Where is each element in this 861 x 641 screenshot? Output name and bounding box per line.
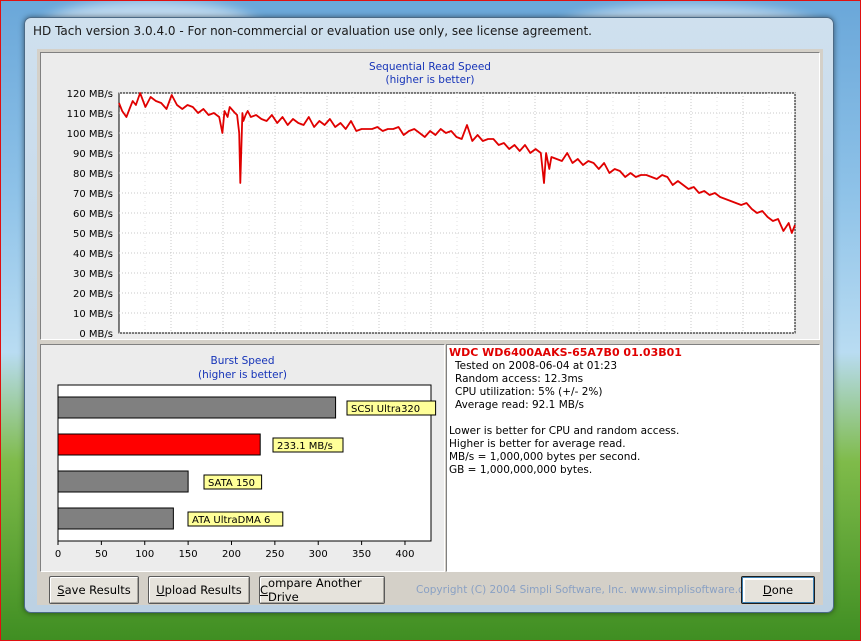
y-tick-label: 50 MB/s — [73, 229, 113, 240]
y-tick-label: 80 MB/s — [73, 169, 113, 180]
burst-bar — [57, 396, 337, 419]
note-lower-better: Lower is better for CPU and random acces… — [449, 425, 680, 437]
note-higher-better: Higher is better for average read. — [449, 438, 626, 450]
burst-bar-label: ATA UltraDMA 6 — [192, 515, 270, 526]
done-label-post: one — [771, 583, 794, 597]
burst-speed-panel: Burst Speed (higher is better) SCSI Ultr… — [40, 344, 445, 572]
burst-bar — [57, 470, 189, 493]
burst-x-tick-label: 0 — [55, 549, 61, 560]
drive-info-panel: WDC WD6400AAKS-65A7B0 01.03B01 Tested on… — [446, 344, 820, 572]
burst-bar — [57, 507, 174, 530]
compare-another-drive-button[interactable]: Compare Another Drive — [259, 576, 385, 604]
burst-x-tick-label: 250 — [265, 549, 284, 560]
y-tick-label: 60 MB/s — [73, 209, 113, 220]
done-button[interactable]: Done — [741, 576, 815, 604]
y-tick-label: 120 MB/s — [67, 89, 113, 100]
y-tick-label: 40 MB/s — [73, 249, 113, 260]
save-label-post: ave Results — [64, 583, 131, 597]
burst-x-tick-label: 100 — [135, 549, 154, 560]
burst-bar-label: 233.1 MB/s — [277, 441, 333, 452]
burst-bar — [57, 433, 261, 456]
note-gb-definition: GB = 1,000,000,000 bytes. — [449, 464, 593, 476]
burst-x-tick-label: 300 — [309, 549, 328, 560]
info-average-read: Average read: 92.1 MB/s — [455, 399, 584, 411]
upload-label-post: pload Results — [164, 583, 242, 597]
window-title: HD Tach version 3.0.4.0 - For non-commer… — [33, 24, 592, 38]
burst-bar-label: SATA 150 — [208, 478, 255, 489]
y-tick-label: 20 MB/s — [73, 289, 113, 300]
burst-x-tick-label: 50 — [95, 549, 108, 560]
y-tick-label: 30 MB/s — [73, 269, 113, 280]
burst-bar-label: SCSI Ultra320 — [351, 404, 420, 415]
compare-label-post: ompare Another Drive — [268, 576, 362, 604]
info-tested-on: Tested on 2008-06-04 at 01:23 — [455, 360, 618, 372]
drive-model: WDC WD6400AAKS-65A7B0 01.03B01 — [449, 346, 682, 359]
y-tick-label: 0 MB/s — [79, 329, 113, 339]
y-tick-label: 110 MB/s — [67, 109, 113, 120]
compare-label-key: C — [260, 583, 269, 597]
burst-x-tick-label: 200 — [222, 549, 241, 560]
burst-x-tick-label: 150 — [179, 549, 198, 560]
burst-x-tick-label: 350 — [352, 549, 371, 560]
upload-results-button[interactable]: Upload Results — [148, 576, 250, 604]
save-results-button[interactable]: Save Results — [49, 576, 139, 604]
y-tick-label: 10 MB/s — [73, 309, 113, 320]
done-label-key: D — [762, 583, 772, 597]
burst-speed-chart: SCSI Ultra320 233.1 MB/s SATA 150 ATA Ultra… — [55, 384, 437, 560]
info-random-access: Random access: 12.3ms — [455, 373, 584, 385]
title-bar[interactable]: HD Tach version 3.0.4.0 - For non-commer… — [25, 18, 833, 44]
sequential-read-panel: Sequential Read Speed (higher is better)… — [40, 52, 820, 340]
info-cpu-utilization: CPU utilization: 5% (+/- 2%) — [455, 386, 603, 398]
copyright-text: Copyright (C) 2004 Simpli Software, Inc.… — [416, 584, 761, 596]
note-mbs-definition: MB/s = 1,000,000 bytes per second. — [449, 451, 641, 463]
window-client-area: Sequential Read Speed (higher is better)… — [37, 49, 823, 605]
sequential-read-chart: 0 MB/s 10 MB/s 20 MB/s 30 MB/s 40 MB/s 50 MB/… — [67, 89, 796, 339]
y-tick-label: 90 MB/s — [73, 149, 113, 160]
hd-tach-window: HD Tach version 3.0.4.0 - For non-commer… — [24, 17, 834, 613]
upload-label-key: U — [156, 583, 165, 597]
burst-x-tick-label: 400 — [395, 549, 414, 560]
y-tick-label: 100 MB/s — [67, 129, 113, 140]
y-tick-label: 70 MB/s — [73, 189, 113, 200]
save-label-key: S — [57, 583, 65, 597]
